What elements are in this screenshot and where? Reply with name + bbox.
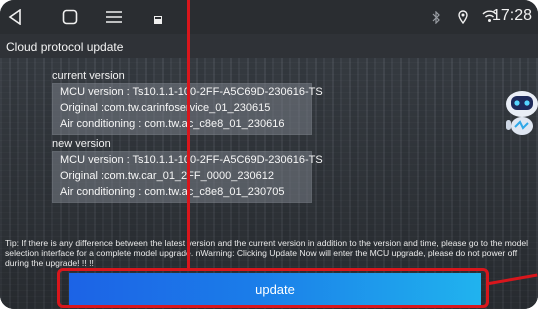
current-version-label: current version (52, 70, 125, 82)
update-button[interactable]: update (69, 273, 481, 305)
robot-mascot-icon (500, 84, 538, 140)
back-icon[interactable] (8, 8, 22, 30)
page-title: Cloud protocol update (6, 40, 124, 54)
current-mcu-version: MCU version : Ts10.1.1-100-2FF-A5C69D-23… (60, 86, 323, 98)
screen: 17:28 Cloud protocol update current vers… (0, 0, 538, 309)
tip-text: Tip: If there is any difference between … (5, 238, 529, 268)
current-original-version: Original :com.tw.carinfoservice_01_23061… (60, 102, 271, 114)
status-bar: 17:28 (0, 0, 538, 34)
location-icon (458, 10, 468, 29)
current-air-conditioning-version: Air conditioning : com.tw.ac_c8e8_01_230… (60, 118, 285, 130)
clock: 17:28 (491, 7, 532, 24)
new-version-label: new version (52, 138, 111, 150)
new-original-version: Original :com.tw.car_01_2FF_0000_230612 (60, 170, 275, 182)
title-bar: Cloud protocol update (0, 34, 538, 61)
new-version-box: MCU version : Ts10.1.1-100-2FF-A5C69D-23… (52, 151, 323, 203)
bluetooth-icon (432, 10, 440, 29)
annotation-pointer-line (187, 0, 190, 270)
notification-icon (153, 12, 163, 30)
new-mcu-version: MCU version : Ts10.1.1-100-2FF-A5C69D-23… (60, 154, 323, 166)
new-air-conditioning-version: Air conditioning : com.tw.ac_c8e8_01_230… (60, 186, 285, 198)
current-version-box: MCU version : Ts10.1.1-100-2FF-A5C69D-23… (52, 83, 323, 135)
recent-apps-icon[interactable] (105, 10, 123, 29)
home-icon[interactable] (62, 9, 78, 30)
